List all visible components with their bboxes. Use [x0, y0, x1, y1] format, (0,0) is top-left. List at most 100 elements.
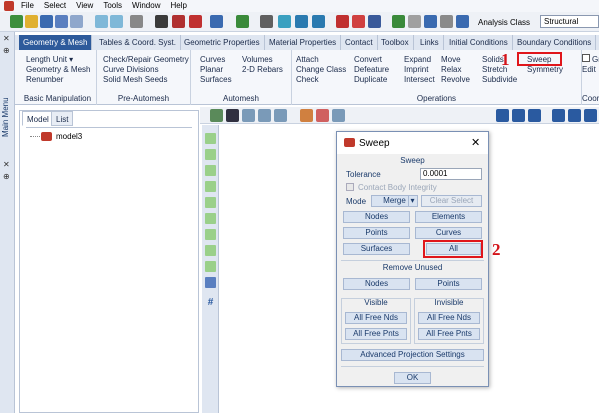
- save-icon[interactable]: [40, 15, 53, 28]
- imprint-button[interactable]: Imprint: [404, 65, 428, 74]
- tab-geometry-mesh[interactable]: Geometry & Mesh: [19, 35, 93, 50]
- remove-points-button[interactable]: Points: [415, 278, 482, 290]
- nodes-button[interactable]: Nodes: [343, 211, 410, 223]
- move-button[interactable]: Move: [441, 55, 461, 64]
- length-unit-dropdown[interactable]: Length Unit ▾: [26, 55, 73, 64]
- check-repair-geometry-button[interactable]: Check/Repair Geometry: [103, 55, 189, 64]
- table-icon[interactable]: [336, 15, 349, 28]
- select-icon[interactable]: [205, 133, 216, 144]
- pointer-icon[interactable]: [210, 15, 223, 28]
- volumes-mesh-button[interactable]: Volumes: [242, 55, 273, 64]
- pan-icon[interactable]: [300, 109, 313, 122]
- plot-icon[interactable]: [172, 15, 185, 28]
- clear-select-button[interactable]: Clear Select: [421, 195, 482, 207]
- axis-icon[interactable]: [496, 109, 509, 122]
- select-icon[interactable]: [205, 149, 216, 160]
- redo-icon[interactable]: [110, 15, 123, 28]
- fit-icon[interactable]: [312, 15, 325, 28]
- analysis-class-select[interactable]: Structural: [540, 15, 599, 28]
- close-icon[interactable]: ✕: [3, 160, 10, 169]
- tab-tables-coord[interactable]: Tables & Coord. Syst.: [95, 35, 181, 50]
- arrow-icon[interactable]: [236, 15, 249, 28]
- target-icon[interactable]: [226, 109, 239, 122]
- cube-icon[interactable]: [584, 109, 597, 122]
- defeature-button[interactable]: Defeature: [354, 65, 389, 74]
- grid-checkbox[interactable]: [582, 54, 590, 62]
- intersect-button[interactable]: Intersect: [404, 75, 435, 84]
- zoom-box-icon[interactable]: [242, 109, 255, 122]
- revolve-button[interactable]: Revolve: [441, 75, 470, 84]
- subdivide-button[interactable]: Subdivide: [482, 75, 517, 84]
- select-icon[interactable]: [205, 165, 216, 176]
- main-menu-tab[interactable]: Main Menu: [1, 92, 13, 142]
- menu-help[interactable]: Help: [165, 0, 191, 12]
- select-icon[interactable]: [205, 197, 216, 208]
- number-icon[interactable]: #: [205, 297, 216, 308]
- cube-icon[interactable]: [568, 109, 581, 122]
- undo-icon[interactable]: [95, 15, 108, 28]
- advanced-projection-settings-button[interactable]: Advanced Projection Settings: [341, 349, 484, 361]
- attach-button[interactable]: Attach: [296, 55, 319, 64]
- invisible-all-free-nodes-button[interactable]: All Free Nds: [418, 312, 480, 324]
- remove-nodes-button[interactable]: Nodes: [343, 278, 410, 290]
- zoom-out-icon[interactable]: [274, 109, 287, 122]
- close-icon[interactable]: ✕: [3, 34, 10, 43]
- view-icon[interactable]: [210, 109, 223, 122]
- tab-boundary-conditions[interactable]: Boundary Conditions: [513, 35, 597, 50]
- menu-tools[interactable]: Tools: [98, 0, 127, 12]
- zoom-icon[interactable]: [295, 15, 308, 28]
- help-icon[interactable]: [456, 15, 469, 28]
- results-icon[interactable]: [408, 15, 421, 28]
- cut-icon[interactable]: [130, 15, 143, 28]
- select-icon[interactable]: [205, 261, 216, 272]
- contact-body-checkbox[interactable]: [346, 183, 354, 191]
- tab-links[interactable]: Links: [416, 35, 444, 50]
- tree-item-model[interactable]: model3: [56, 132, 82, 141]
- edit-button[interactable]: Edit: [582, 65, 596, 74]
- symmetry-button[interactable]: Symmetry: [527, 65, 563, 74]
- select-icon[interactable]: [205, 181, 216, 192]
- check-button[interactable]: Check: [296, 75, 319, 84]
- new-icon[interactable]: [10, 15, 23, 28]
- select-icon[interactable]: [205, 245, 216, 256]
- zoom-in-icon[interactable]: [258, 109, 271, 122]
- chart-icon[interactable]: [392, 15, 405, 28]
- 2d-rebars-button[interactable]: 2-D Rebars: [242, 65, 283, 74]
- menu-view[interactable]: View: [71, 0, 98, 12]
- elements-button[interactable]: Elements: [415, 211, 482, 223]
- expand-button[interactable]: Expand: [404, 55, 431, 64]
- pin-icon[interactable]: ⊕: [3, 46, 10, 55]
- settings-icon[interactable]: [440, 15, 453, 28]
- surfaces-mesh-button[interactable]: Surfaces: [200, 75, 232, 84]
- change-class-button[interactable]: Change Class: [296, 65, 346, 74]
- axis-icon[interactable]: [512, 109, 525, 122]
- tab-model[interactable]: Model: [22, 111, 54, 126]
- visible-all-free-points-button[interactable]: All Free Pnts: [345, 328, 407, 340]
- select-icon[interactable]: [205, 213, 216, 224]
- menu-window[interactable]: Window: [127, 0, 165, 12]
- history-icon[interactable]: [424, 15, 437, 28]
- shape-icon[interactable]: [278, 15, 291, 28]
- print-icon[interactable]: [70, 15, 83, 28]
- tolerance-input[interactable]: 0.0001: [420, 168, 482, 180]
- surfaces-button[interactable]: Surfaces: [343, 243, 410, 255]
- curves-mesh-button[interactable]: Curves: [200, 55, 225, 64]
- duplicate-button[interactable]: Duplicate: [354, 75, 387, 84]
- relax-button[interactable]: Relax: [441, 65, 461, 74]
- fill-view-icon[interactable]: [332, 109, 345, 122]
- close-icon[interactable]: ✕: [471, 136, 480, 149]
- open-icon[interactable]: [25, 15, 38, 28]
- pin-icon[interactable]: ⊕: [3, 172, 10, 181]
- menu-file[interactable]: File: [16, 0, 39, 12]
- tab-contact[interactable]: Contact: [341, 35, 378, 50]
- convert-button[interactable]: Convert: [354, 55, 382, 64]
- curves-button[interactable]: Curves: [415, 227, 482, 239]
- mode-select[interactable]: Merge ▾: [371, 195, 418, 207]
- invisible-all-free-points-button[interactable]: All Free Pnts: [418, 328, 480, 340]
- calculator-icon[interactable]: [352, 15, 365, 28]
- tab-material-properties[interactable]: Material Properties: [265, 35, 342, 50]
- save-as-icon[interactable]: [55, 15, 68, 28]
- list-icon[interactable]: [205, 277, 216, 288]
- display-icon[interactable]: [260, 15, 273, 28]
- rotate-icon[interactable]: [316, 109, 329, 122]
